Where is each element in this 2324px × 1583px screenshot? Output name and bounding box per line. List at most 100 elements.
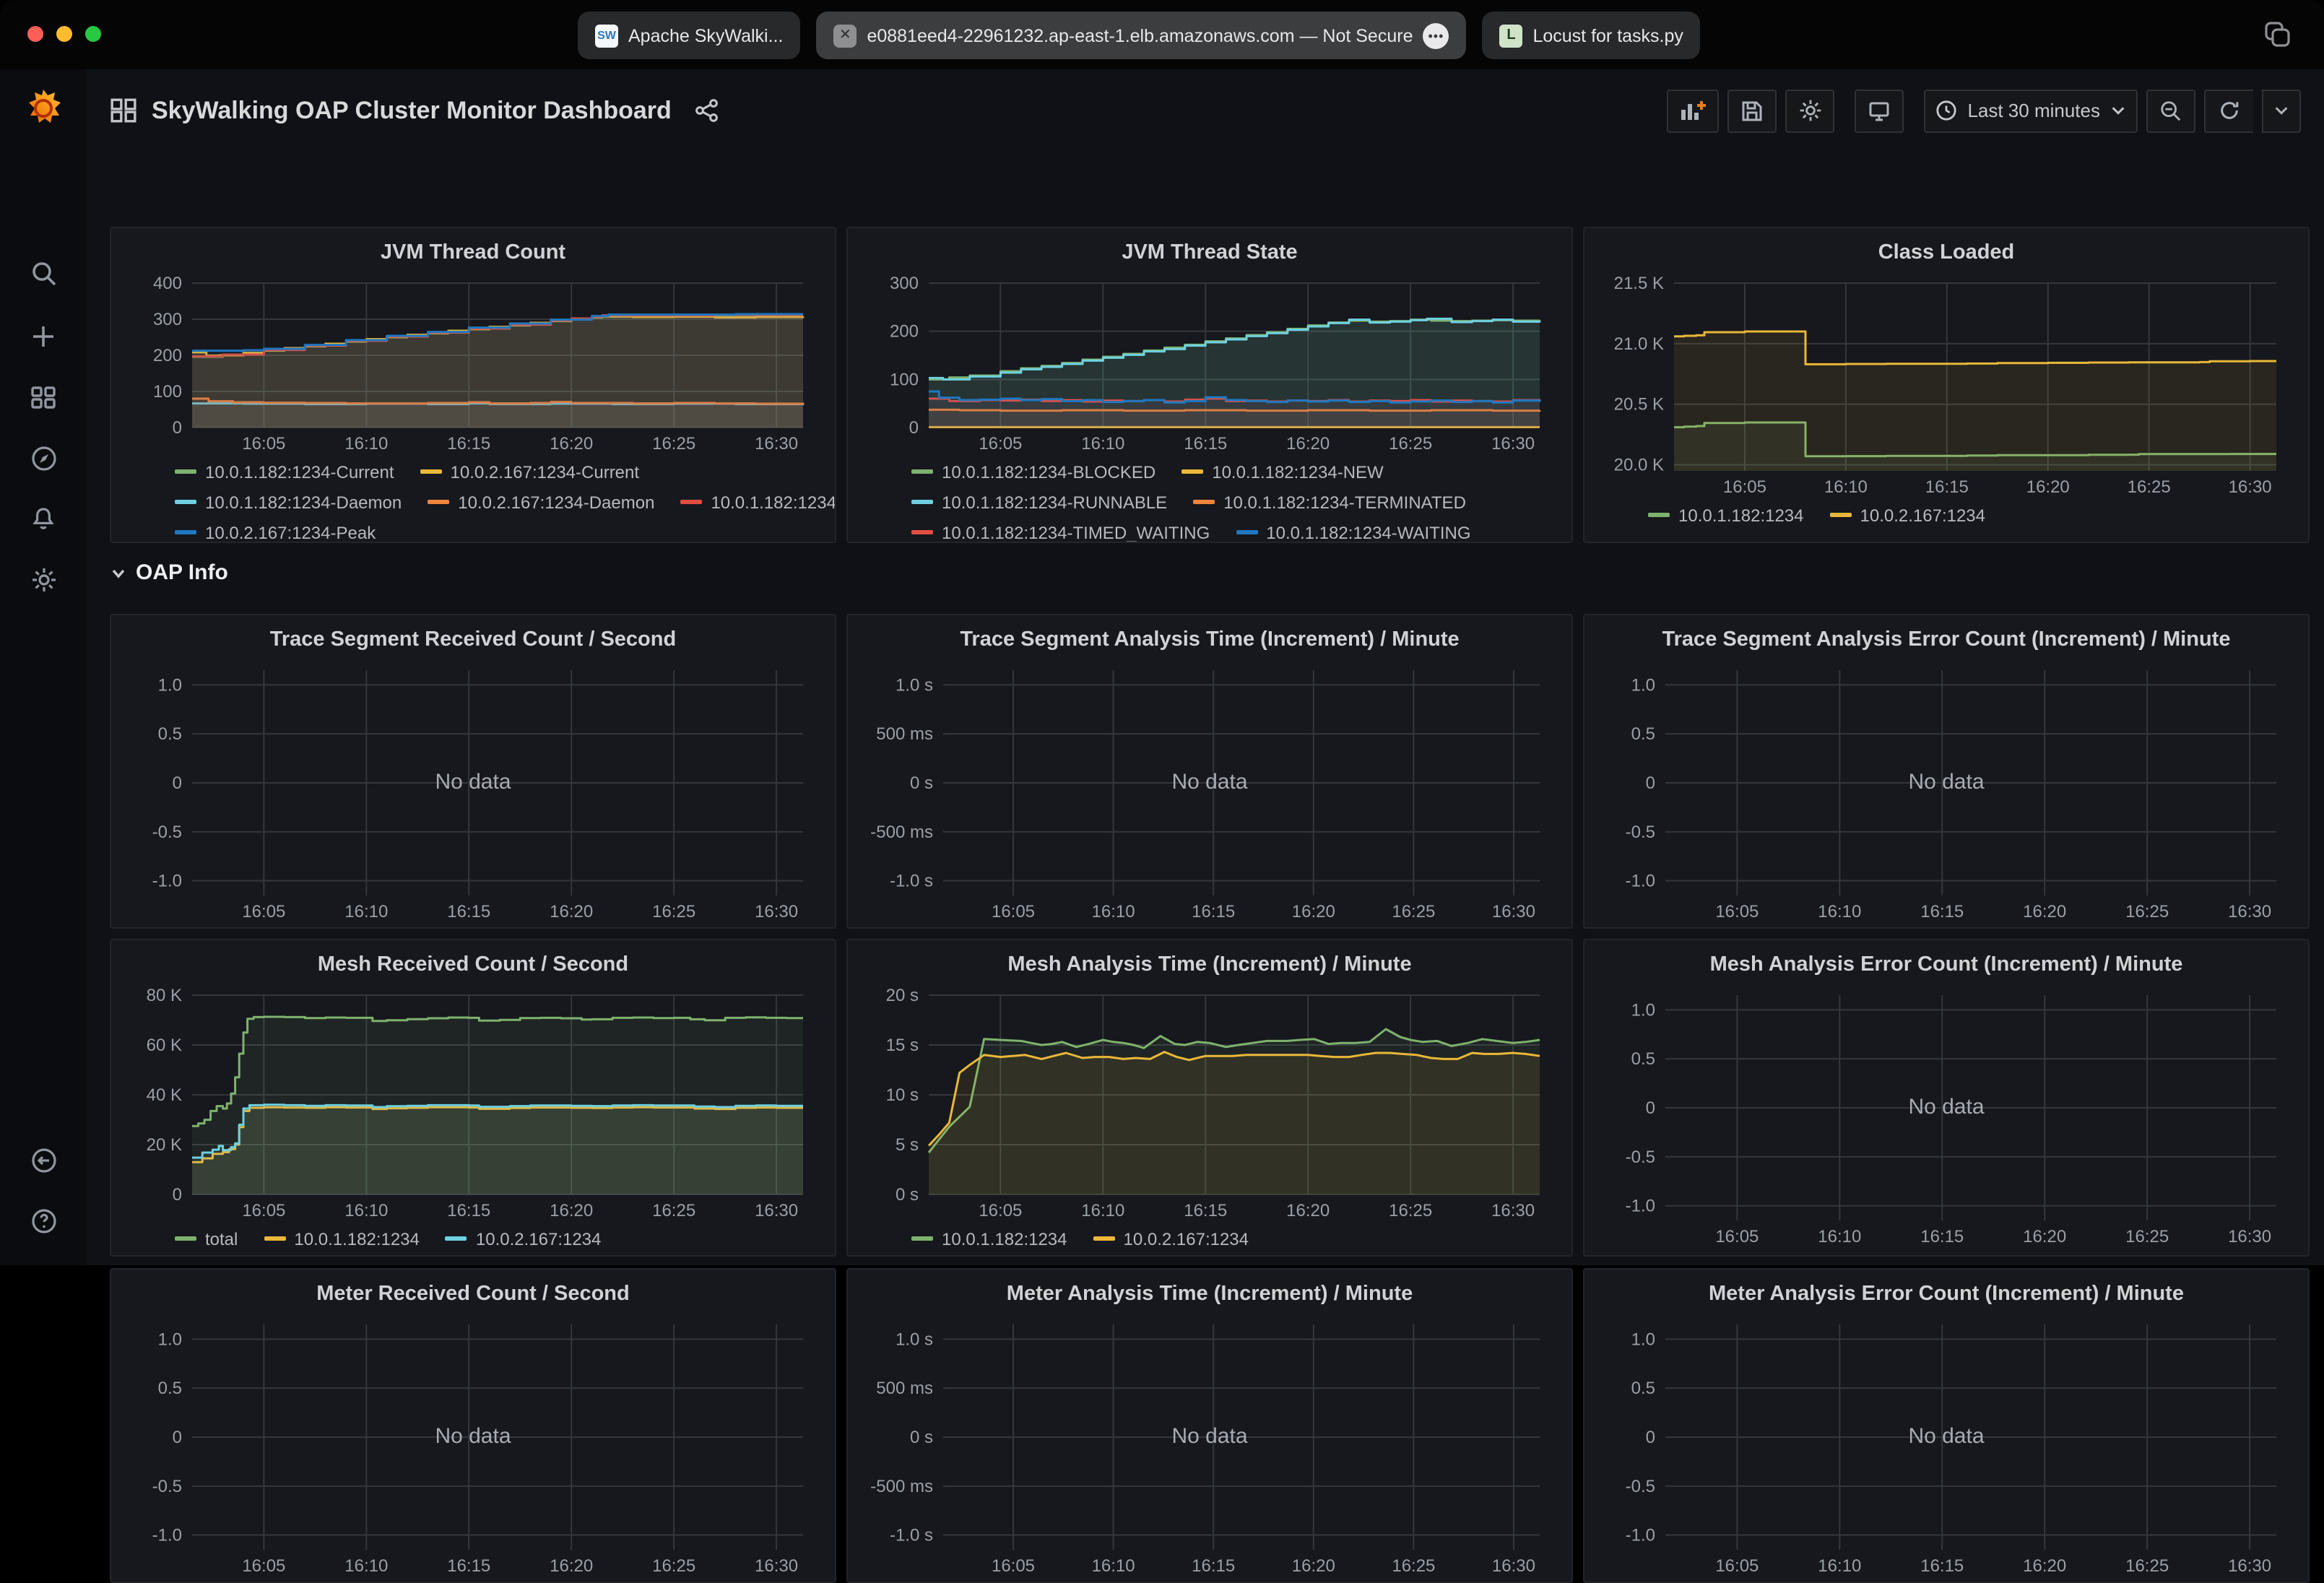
svg-text:16:10: 16:10 bbox=[344, 1201, 388, 1220]
class-loaded-legend: 10.0.1.182:1234 10.0.2.167:1234 bbox=[1599, 500, 2294, 530]
mesh-received-chart[interactable]: 020 K40 K60 K80 K16:0516:1016:1516:2016:… bbox=[126, 984, 820, 1223]
mesh-err-chart[interactable]: 1.00.50-0.5-1.016:0516:1016:1516:2016:25… bbox=[1599, 984, 2294, 1249]
legend-item[interactable]: 10.0.2.167:1234-Current bbox=[420, 461, 640, 482]
help-icon[interactable] bbox=[19, 1196, 68, 1245]
trace-received-chart[interactable]: 1.00.50-0.5-1.016:0516:1016:1516:2016:25… bbox=[126, 659, 820, 924]
mesh_received-svg: 020 K40 K60 K80 K16:0516:1016:1516:2016:… bbox=[126, 984, 820, 1223]
panel-mesh-err: Mesh Analysis Error Count (Increment) / … bbox=[1583, 939, 2310, 1257]
panel-title[interactable]: Class Loaded bbox=[1599, 237, 2294, 272]
legend-item[interactable]: 10.0.1.182:1234-NEW bbox=[1181, 461, 1384, 482]
no-data-label: No data bbox=[126, 1425, 820, 1449]
legend-series-dash-icon bbox=[911, 1236, 933, 1241]
legend-item[interactable]: 10.0.2.167:1234-Daemon bbox=[428, 492, 654, 512]
legend-row: 10.0.1.182:1234-TIMED_WAITING 10.0.1.182:… bbox=[911, 517, 1557, 543]
svg-text:16:15: 16:15 bbox=[447, 1201, 490, 1220]
sign-in-icon[interactable] bbox=[19, 1135, 68, 1184]
jvm-thread-state-chart[interactable]: 010020030016:0516:1016:1516:2016:2516:30 bbox=[862, 272, 1557, 456]
legend-item[interactable]: 10.0.1.182:1234 bbox=[264, 1228, 420, 1249]
tab-strip: SW Apache SkyWalki... ✕ e0881eed4-229612… bbox=[578, 12, 1701, 59]
dashboards-icon[interactable] bbox=[19, 373, 68, 422]
svg-text:16:05: 16:05 bbox=[992, 902, 1035, 921]
legend-item[interactable]: 10.0.1.182:1234-Peak bbox=[680, 492, 836, 512]
close-tab-icon[interactable]: ✕ bbox=[833, 24, 857, 47]
time-range-picker[interactable]: Last 30 minutes bbox=[1924, 89, 2138, 132]
browser-tab-locust[interactable]: L Locust for tasks.py bbox=[1482, 12, 1700, 59]
legend-item[interactable]: 10.0.1.182:1234-RUNNABLE bbox=[911, 492, 1167, 512]
share-icon[interactable] bbox=[695, 98, 719, 123]
panel-title[interactable]: JVM Thread State bbox=[862, 237, 1557, 272]
no-data-label: No data bbox=[862, 1425, 1557, 1449]
meter-err-chart[interactable]: 1.00.50-0.5-1.016:0516:1016:1516:2016:25… bbox=[1599, 1313, 2294, 1579]
configuration-gear-icon[interactable] bbox=[19, 555, 68, 604]
svg-text:16:05: 16:05 bbox=[242, 902, 285, 921]
panel-title[interactable]: Meter Received Count / Second bbox=[126, 1278, 820, 1313]
legend-series-dash-icon bbox=[911, 469, 933, 474]
minimize-window-button[interactable] bbox=[56, 26, 72, 42]
legend-item[interactable]: 10.0.1.182:1234 bbox=[911, 1228, 1067, 1249]
legend-series-label: 10.0.1.182:1234-BLOCKED bbox=[942, 461, 1156, 482]
legend-item[interactable]: 10.0.1.182:1234-TIMED_WAITING bbox=[911, 522, 1210, 542]
panel-title[interactable]: Trace Segment Analysis Time (Increment) … bbox=[862, 624, 1557, 659]
panel-title[interactable]: Mesh Received Count / Second bbox=[126, 949, 820, 984]
panel-title[interactable]: Mesh Analysis Time (Increment) / Minute bbox=[862, 949, 1557, 984]
jvm-thread-count-legend: 10.0.1.182:1234-Current 10.0.2.167:1234-C… bbox=[126, 456, 820, 543]
svg-text:20.5 K: 20.5 K bbox=[1614, 395, 1664, 415]
legend-item[interactable]: 10.0.1.182:1234-Current bbox=[175, 461, 394, 482]
legend-item[interactable]: 10.0.2.167:1234 bbox=[446, 1228, 602, 1249]
mesh-time-chart[interactable]: 0 s5 s10 s15 s20 s16:0516:1016:1516:2016… bbox=[862, 984, 1557, 1223]
legend-item[interactable]: 10.0.1.182:1234-TERMINATED bbox=[1193, 492, 1466, 512]
legend-item[interactable]: 10.0.2.167:1234 bbox=[1830, 505, 1986, 525]
svg-text:400: 400 bbox=[153, 274, 182, 293]
panel-title[interactable]: Meter Analysis Time (Increment) / Minute bbox=[862, 1278, 1557, 1313]
grafana-logo-icon[interactable] bbox=[19, 84, 68, 133]
dashboard-settings-button[interactable] bbox=[1785, 89, 1834, 132]
legend-item[interactable]: 10.0.1.182:1234-Daemon bbox=[175, 492, 402, 512]
alerting-bell-icon[interactable] bbox=[19, 494, 68, 543]
meter-received-chart[interactable]: 1.00.50-0.5-1.016:0516:1016:1516:2016:25… bbox=[126, 1313, 820, 1579]
cycle-view-mode-button[interactable] bbox=[1855, 89, 1904, 132]
panel-title[interactable]: JVM Thread Count bbox=[126, 237, 820, 272]
legend-item[interactable]: 10.0.1.182:1234-BLOCKED bbox=[911, 461, 1156, 482]
svg-text:16:20: 16:20 bbox=[2023, 902, 2066, 921]
panel-title[interactable]: Meter Analysis Error Count (Increment) /… bbox=[1599, 1278, 2294, 1313]
panel-title[interactable]: Trace Segment Analysis Error Count (Incr… bbox=[1599, 624, 2294, 659]
browser-tab-active-grafana[interactable]: ✕ e0881eed4-22961232.ap-east-1.elb.amazo… bbox=[816, 12, 1466, 59]
svg-text:1.0: 1.0 bbox=[1631, 675, 1655, 695]
chevron-down-icon bbox=[2110, 103, 2126, 118]
legend-item[interactable]: 10.0.2.167:1234-Peak bbox=[175, 522, 376, 542]
tab-more-icon[interactable]: ••• bbox=[1423, 22, 1449, 48]
tab-overview-icon[interactable] bbox=[2263, 20, 2292, 49]
close-window-button[interactable] bbox=[27, 26, 43, 42]
meter-time-chart[interactable]: 1.0 s500 ms0 s-500 ms-1.0 s16:0516:1016:… bbox=[862, 1313, 1557, 1579]
legend-item[interactable]: 10.0.1.182:1234 bbox=[1648, 505, 1804, 525]
panel-title[interactable]: Mesh Analysis Error Count (Increment) / … bbox=[1599, 949, 2294, 984]
refresh-interval-dropdown[interactable] bbox=[2262, 89, 2301, 132]
chevron-down-icon bbox=[110, 564, 127, 581]
browser-tab-skywalking[interactable]: SW Apache SkyWalki... bbox=[578, 12, 800, 59]
svg-text:500 ms: 500 ms bbox=[876, 724, 933, 744]
svg-text:60 K: 60 K bbox=[147, 1036, 182, 1055]
zoom-window-button[interactable] bbox=[85, 26, 101, 42]
panel-title[interactable]: Trace Segment Received Count / Second bbox=[126, 624, 820, 659]
explore-compass-icon[interactable] bbox=[19, 433, 68, 482]
row-oap-info[interactable]: OAP Info bbox=[110, 560, 228, 585]
refresh-button[interactable] bbox=[2204, 89, 2253, 132]
jvm-thread-count-chart[interactable]: 010020030040016:0516:1016:1516:2016:2516… bbox=[126, 272, 820, 456]
create-plus-icon[interactable] bbox=[19, 312, 68, 361]
legend-item[interactable]: 10.0.2.167:1234 bbox=[1093, 1228, 1249, 1249]
legend-item[interactable]: 10.0.1.182:1234-WAITING bbox=[1236, 522, 1470, 542]
legend-item[interactable]: total bbox=[175, 1228, 238, 1249]
no-data-label: No data bbox=[1599, 1425, 2294, 1449]
add-panel-button[interactable] bbox=[1667, 89, 1719, 132]
svg-text:16:30: 16:30 bbox=[755, 902, 798, 921]
svg-text:1.0: 1.0 bbox=[158, 1330, 182, 1349]
class-loaded-chart[interactable]: 20.0 K20.5 K21.0 K21.5 K16:0516:1016:151… bbox=[1599, 272, 2294, 500]
svg-text:16:05: 16:05 bbox=[979, 434, 1022, 454]
trace-err-chart[interactable]: 1.00.50-0.5-1.016:0516:1016:1516:2016:25… bbox=[1599, 659, 2294, 924]
window-controls[interactable] bbox=[27, 26, 101, 42]
trace-time-chart[interactable]: 1.0 s500 ms0 s-500 ms-1.0 s16:0516:1016:… bbox=[862, 659, 1557, 924]
search-icon[interactable] bbox=[19, 248, 68, 298]
zoom-out-time-button[interactable] bbox=[2146, 89, 2195, 132]
save-dashboard-button[interactable] bbox=[1727, 89, 1777, 132]
svg-text:-0.5: -0.5 bbox=[152, 1477, 182, 1496]
